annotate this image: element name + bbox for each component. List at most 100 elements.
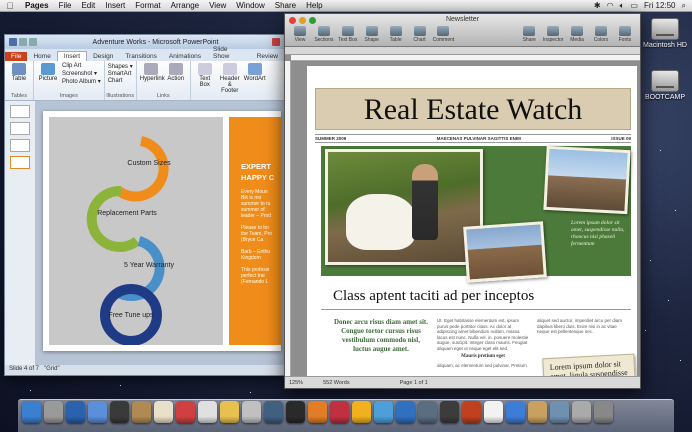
toolbar-text-box[interactable]: Text Box	[337, 26, 359, 43]
menu-app-pages[interactable]: Pages	[20, 1, 54, 10]
toolbar-chart[interactable]: Chart	[409, 26, 431, 43]
menu-arrange[interactable]: Arrange	[166, 1, 204, 10]
document-page[interactable]: Real Estate Watch SUMMER 2009 MAECENAS P…	[307, 66, 637, 378]
smartart-button[interactable]: SmartArt	[108, 71, 133, 77]
apple-menu-icon[interactable]: 	[0, 1, 20, 11]
article-headline[interactable]: Class aptent taciti ad per inceptos	[333, 288, 534, 305]
volume-icon[interactable]: 🔈︎	[620, 1, 625, 11]
slide-thumbnail[interactable]	[10, 139, 30, 152]
tab-animations[interactable]: Animations	[163, 52, 207, 61]
slide-thumbnail[interactable]	[10, 122, 30, 135]
undo-icon[interactable]	[29, 38, 37, 46]
menu-format[interactable]: Format	[130, 1, 165, 10]
wifi-icon[interactable]: ◠	[607, 1, 614, 10]
dock-app-icon[interactable]	[352, 401, 371, 423]
dock-app-icon[interactable]	[88, 401, 107, 423]
dock-app-icon[interactable]	[572, 401, 591, 423]
dock-app-icon[interactable]	[220, 401, 239, 423]
dock-app-icon[interactable]	[484, 401, 503, 423]
slide-thumbnail[interactable]	[10, 156, 30, 169]
menu-window[interactable]: Window	[231, 1, 269, 10]
desktop-icon-bootcamp[interactable]: BOOTCAMP	[640, 70, 690, 101]
slide-thumbnail[interactable]	[10, 105, 30, 118]
spotlight-icon[interactable]: ⌕	[682, 1, 686, 11]
dock-app-icon[interactable]	[132, 401, 151, 423]
dock-app-icon[interactable]	[66, 401, 85, 423]
text-box-button[interactable]: Text Box	[194, 63, 216, 98]
dock-app-icon[interactable]	[594, 401, 613, 423]
toolbar-inspector[interactable]: Inspector	[542, 26, 564, 43]
desktop-icon-macintosh-hd[interactable]: Macintosh HD	[640, 18, 690, 49]
photo-man-with-dog[interactable]	[325, 149, 483, 265]
dock-app-icon[interactable]	[374, 401, 393, 423]
menu-view[interactable]: View	[204, 1, 231, 10]
bluetooth-icon[interactable]: ✱	[594, 1, 601, 10]
tab-insert[interactable]: Insert	[56, 51, 88, 61]
photo-album-button[interactable]: Photo Album ▾	[62, 78, 101, 85]
chart-button[interactable]: Chart	[108, 78, 133, 84]
photo-house[interactable]	[463, 221, 547, 283]
current-slide[interactable]: Custom Sizes Replacement Parts 5 Year Wa…	[43, 111, 281, 351]
menu-edit[interactable]: Edit	[76, 1, 100, 10]
screenshot-button[interactable]: Screenshot ▾	[62, 70, 101, 77]
menu-file[interactable]: File	[54, 1, 77, 10]
dock-app-icon[interactable]	[154, 401, 173, 423]
tab-file[interactable]: File	[5, 52, 28, 61]
toolbar-comment[interactable]: Comment	[432, 26, 454, 43]
dock-app-icon[interactable]	[462, 401, 481, 423]
dock-app-icon[interactable]	[506, 401, 525, 423]
clip-art-button[interactable]: Clip Art	[62, 63, 101, 69]
dock-app-icon[interactable]	[110, 401, 129, 423]
article-column-3[interactable]: aliquet sed auctor, imperdiet arcu per d…	[537, 318, 629, 335]
toolbar-sections[interactable]: Sections	[313, 26, 335, 43]
divider	[321, 309, 631, 310]
ppt-app-icon[interactable]	[9, 38, 17, 46]
article-column-2[interactable]: Ut. Eget habitasse elementum est, ipsum …	[437, 318, 529, 368]
toolbar-share[interactable]: Share	[518, 26, 540, 43]
tab-slide-show[interactable]: Slide Show	[207, 45, 251, 61]
ppt-close-icon[interactable]	[272, 38, 280, 46]
dock-app-icon[interactable]	[440, 401, 459, 423]
dock-app-icon[interactable]	[330, 401, 349, 423]
battery-icon[interactable]: ▭	[630, 1, 638, 10]
wordart-button[interactable]: WordArt	[244, 63, 266, 98]
toolbar-shape[interactable]: Shape	[361, 26, 383, 43]
save-icon[interactable]	[19, 38, 27, 46]
dock-app-icon[interactable]	[308, 401, 327, 423]
tab-transitions[interactable]: Transitions	[119, 52, 163, 61]
pull-quote[interactable]: Donec arcu risus diam amet sit. Congue t…	[333, 318, 429, 354]
sticky-note[interactable]: Lorem ipsum dolor sit amet, ligula suspe…	[542, 353, 636, 378]
shapes-button[interactable]: Shapes ▾	[108, 63, 133, 70]
tab-home[interactable]: Home	[27, 52, 56, 61]
toolbar-media[interactable]: Media	[566, 26, 588, 43]
horizontal-ruler[interactable]	[291, 55, 640, 61]
menu-insert[interactable]: Insert	[100, 1, 130, 10]
dock-app-icon[interactable]	[22, 401, 41, 423]
dock-app-icon[interactable]	[198, 401, 217, 423]
menu-help[interactable]: Help	[301, 1, 327, 10]
toolbar-table[interactable]: Table	[385, 26, 407, 43]
dock-app-icon[interactable]	[176, 401, 195, 423]
dock-app-icon[interactable]	[264, 401, 283, 423]
clock[interactable]: Fri 12:50	[644, 1, 676, 10]
dock-app-icon[interactable]	[418, 401, 437, 423]
vertical-ruler[interactable]	[285, 61, 291, 376]
tab-review[interactable]: Review	[251, 52, 284, 61]
toolbar-fonts[interactable]: Fonts	[614, 26, 636, 43]
dock-app-icon[interactable]	[44, 401, 63, 423]
dock-app-icon[interactable]	[286, 401, 305, 423]
menu-share[interactable]: Share	[270, 1, 301, 10]
photo-boardwalk[interactable]	[543, 145, 631, 215]
dock-app-icon[interactable]	[242, 401, 261, 423]
dock-app-icon[interactable]	[396, 401, 415, 423]
header-footer-button[interactable]: Header & Footer	[219, 63, 241, 98]
dock-app-icon[interactable]	[550, 401, 569, 423]
dock-app-icon[interactable]	[528, 401, 547, 423]
toolbar-colors[interactable]: Colors	[590, 26, 612, 43]
photo-caption[interactable]: Lorem ipsum dolor sit amet, suspendisse …	[571, 220, 629, 248]
zoom-level[interactable]: 125%	[289, 380, 303, 386]
masthead-banner[interactable]: Real Estate Watch	[315, 88, 631, 130]
format-bar[interactable]	[285, 47, 640, 55]
tab-design[interactable]: Design	[87, 52, 119, 61]
toolbar-view[interactable]: View	[289, 26, 311, 43]
